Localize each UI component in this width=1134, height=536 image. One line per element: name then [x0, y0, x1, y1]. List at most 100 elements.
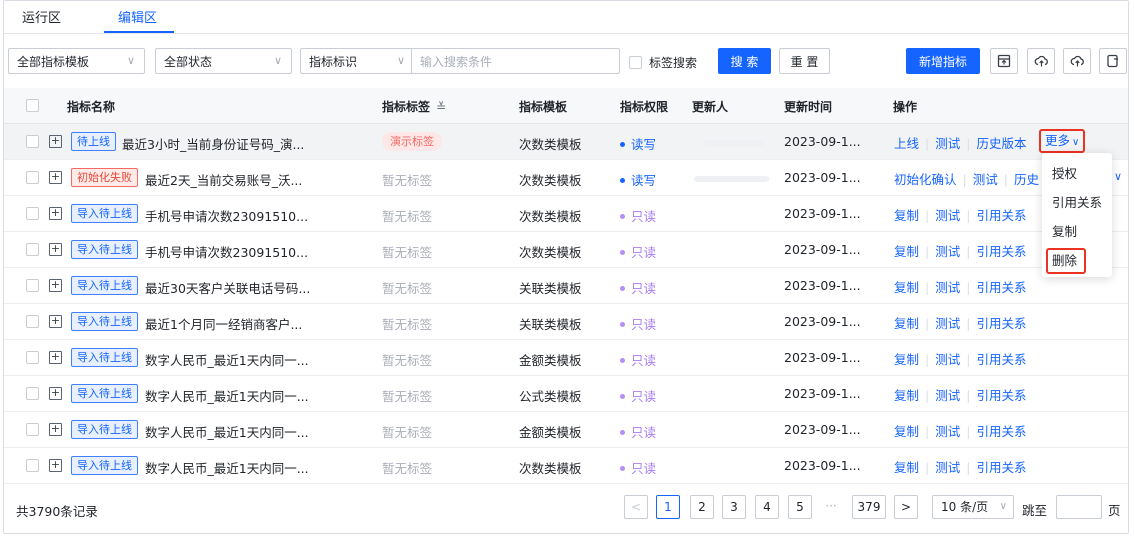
- search-input[interactable]: 输入搜索条件: [411, 48, 620, 74]
- cloud-upload-alt-icon[interactable]: [1063, 48, 1091, 74]
- indicator-name[interactable]: 数字人民币_最近1天内同一...: [145, 422, 309, 441]
- template-cell: 金额类模板: [519, 353, 582, 368]
- indicator-name[interactable]: 最近1个月同一经销商客户...: [145, 314, 302, 333]
- time-cell: 2023-09-1...: [784, 350, 861, 365]
- action-references[interactable]: 引用关系: [976, 280, 1026, 295]
- expand-icon[interactable]: +: [49, 387, 62, 400]
- chevron-down-icon[interactable]: ∨: [1114, 170, 1122, 183]
- indicator-name[interactable]: 最近30天客户关联电话号码...: [145, 278, 310, 297]
- action-test[interactable]: 测试: [935, 316, 960, 331]
- next-page-button[interactable]: >: [894, 495, 918, 519]
- header-tag[interactable]: 指标标签 ≚: [382, 98, 446, 115]
- template-select[interactable]: 全部指标模板 ∨: [8, 48, 145, 74]
- action-test[interactable]: 测试: [935, 460, 960, 475]
- indicator-name[interactable]: 手机号申请次数23091510...: [145, 242, 308, 261]
- cloud-upload-icon[interactable]: [1027, 48, 1055, 74]
- action-test[interactable]: 测试: [935, 388, 960, 403]
- menu-item-copy[interactable]: 复制: [1052, 221, 1077, 240]
- action-test[interactable]: 测试: [935, 136, 960, 151]
- action-references[interactable]: 引用关系: [976, 388, 1026, 403]
- action-copy[interactable]: 复制: [894, 244, 919, 259]
- tab-run-area[interactable]: 运行区: [22, 7, 61, 26]
- action-init-confirm[interactable]: 初始化确认: [894, 172, 957, 187]
- action-references[interactable]: 引用关系: [976, 208, 1026, 223]
- page-4[interactable]: 4: [755, 495, 779, 519]
- tab-edit-area[interactable]: 编辑区: [118, 7, 157, 26]
- filter-icon[interactable]: ≚: [436, 100, 446, 114]
- indicator-name[interactable]: 手机号申请次数23091510...: [145, 206, 308, 225]
- row-checkbox[interactable]: [26, 207, 39, 220]
- page-1[interactable]: 1: [656, 495, 680, 519]
- row-checkbox[interactable]: [26, 387, 39, 400]
- row-checkbox[interactable]: [26, 315, 39, 328]
- total-count: 共3790条记录: [16, 504, 98, 519]
- action-go-online[interactable]: 上线: [894, 136, 919, 151]
- page-3[interactable]: 3: [722, 495, 746, 519]
- action-test[interactable]: 测试: [935, 208, 960, 223]
- expand-icon[interactable]: +: [49, 423, 62, 436]
- search-button[interactable]: 搜 索: [718, 48, 771, 74]
- menu-item-delete[interactable]: 删除: [1046, 248, 1086, 274]
- action-test[interactable]: 测试: [935, 244, 960, 259]
- action-references[interactable]: 引用关系: [976, 460, 1026, 475]
- expand-icon[interactable]: +: [49, 243, 62, 256]
- jump-page-input[interactable]: [1056, 495, 1102, 519]
- status-select[interactable]: 全部状态 ∨: [155, 48, 292, 74]
- indicator-name[interactable]: 数字人民币_最近1天内同一...: [145, 350, 309, 369]
- expand-icon[interactable]: +: [49, 315, 62, 328]
- row-checkbox[interactable]: [26, 171, 39, 184]
- select-all-checkbox[interactable]: [26, 99, 39, 112]
- action-references[interactable]: 引用关系: [976, 424, 1026, 439]
- indicator-name[interactable]: 最近2天_当前交易账号_沃...: [145, 170, 302, 189]
- expand-icon[interactable]: +: [49, 279, 62, 292]
- copy-icon[interactable]: [1099, 48, 1127, 74]
- action-copy[interactable]: 复制: [894, 388, 919, 403]
- row-actions: 复制 | 测试 | 引用关系: [894, 424, 1027, 439]
- expand-icon[interactable]: +: [49, 135, 62, 148]
- action-copy[interactable]: 复制: [894, 352, 919, 367]
- action-test[interactable]: 测试: [935, 352, 960, 367]
- action-test[interactable]: 测试: [935, 280, 960, 295]
- menu-item-authorize[interactable]: 授权: [1052, 163, 1077, 182]
- page-5[interactable]: 5: [788, 495, 812, 519]
- prev-page-button[interactable]: <: [624, 495, 648, 519]
- page-size-select[interactable]: 10 条/页 ∨: [932, 495, 1014, 519]
- action-references[interactable]: 引用关系: [976, 352, 1026, 367]
- time-cell: 2023-09-1...: [784, 386, 861, 401]
- action-history[interactable]: 历史: [1014, 172, 1039, 187]
- reset-button[interactable]: 重 置: [779, 48, 830, 74]
- row-checkbox[interactable]: [26, 135, 39, 148]
- expand-icon[interactable]: +: [49, 351, 62, 364]
- tag-search-checkbox[interactable]: [629, 56, 642, 69]
- action-copy[interactable]: 复制: [894, 280, 919, 295]
- search-field-select[interactable]: 指标标识 ∨: [300, 48, 411, 74]
- indicator-name[interactable]: 数字人民币_最近1天内同一...: [145, 386, 309, 405]
- row-checkbox[interactable]: [26, 351, 39, 364]
- tag-search-toggle[interactable]: 标签搜索: [629, 54, 697, 71]
- action-references[interactable]: 引用关系: [976, 316, 1026, 331]
- action-copy[interactable]: 复制: [894, 208, 919, 223]
- row-checkbox[interactable]: [26, 423, 39, 436]
- menu-item-references[interactable]: 引用关系: [1052, 192, 1102, 211]
- indicator-name[interactable]: 最近3小时_当前身份证号码_演...: [122, 134, 304, 153]
- action-history[interactable]: 历史版本: [976, 136, 1026, 151]
- action-test[interactable]: 测试: [973, 172, 998, 187]
- expand-icon[interactable]: +: [49, 459, 62, 472]
- expand-icon[interactable]: +: [49, 207, 62, 220]
- page-2[interactable]: 2: [690, 495, 714, 519]
- export-icon[interactable]: [990, 48, 1018, 74]
- action-references[interactable]: 引用关系: [976, 244, 1026, 259]
- action-copy[interactable]: 复制: [894, 316, 919, 331]
- page-ellipsis[interactable]: ···: [819, 495, 843, 519]
- page-last[interactable]: 379: [852, 495, 886, 519]
- row-checkbox[interactable]: [26, 279, 39, 292]
- expand-icon[interactable]: +: [49, 171, 62, 184]
- indicator-name[interactable]: 数字人民币_最近1天内同一...: [145, 458, 309, 477]
- row-checkbox[interactable]: [26, 243, 39, 256]
- action-copy[interactable]: 复制: [894, 460, 919, 475]
- add-indicator-button[interactable]: 新增指标: [906, 48, 980, 74]
- action-test[interactable]: 测试: [935, 424, 960, 439]
- more-button[interactable]: 更多 ∨: [1039, 129, 1086, 153]
- row-checkbox[interactable]: [26, 459, 39, 472]
- action-copy[interactable]: 复制: [894, 424, 919, 439]
